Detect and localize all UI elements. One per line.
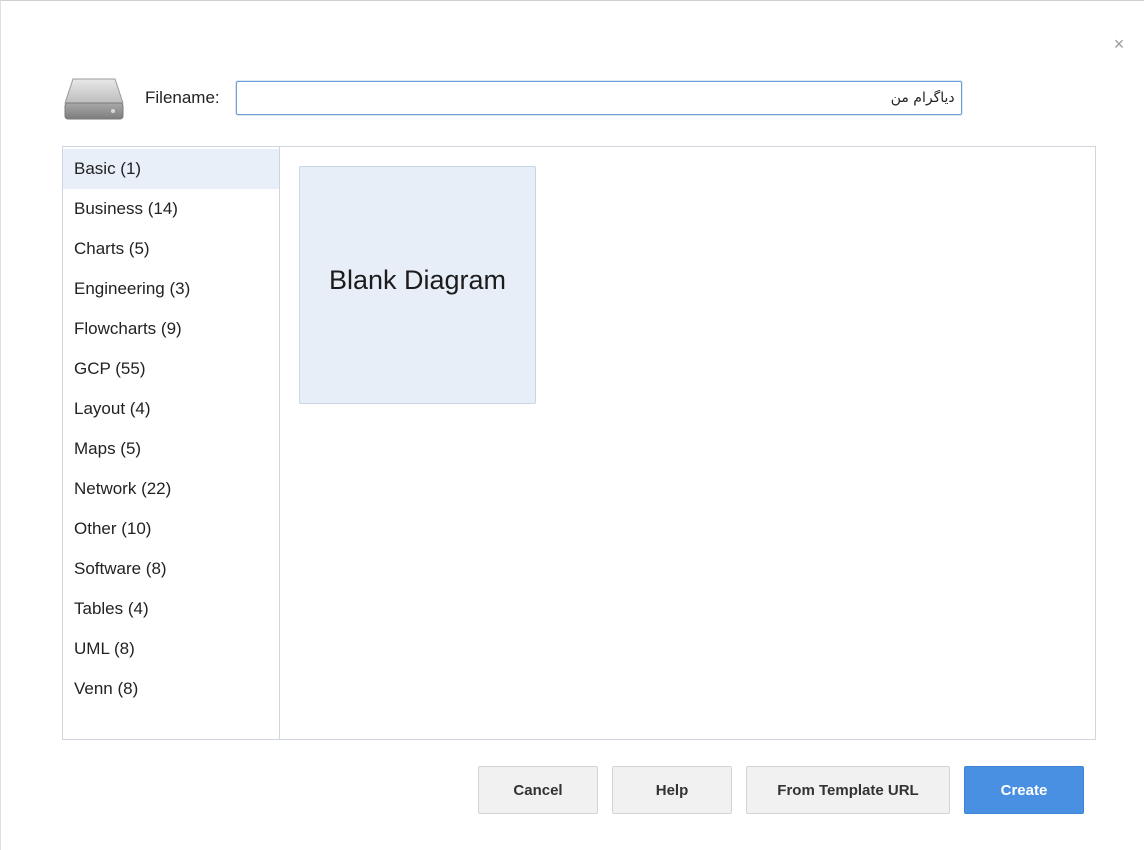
category-network[interactable]: Network (22) [63,469,279,509]
category-list: Basic (1) Business (14) Charts (5) Engin… [63,147,280,739]
category-venn[interactable]: Venn (8) [63,669,279,709]
category-charts[interactable]: Charts (5) [63,229,279,269]
category-business[interactable]: Business (14) [63,189,279,229]
tile-label: Blank Diagram [328,265,507,295]
category-gcp[interactable]: GCP (55) [63,349,279,389]
blank-diagram-tile[interactable]: Blank Diagram [299,166,536,404]
help-button[interactable]: Help [612,766,732,814]
category-flowcharts[interactable]: Flowcharts (9) [63,309,279,349]
category-uml[interactable]: UML (8) [63,629,279,669]
dialog-buttons: Cancel Help From Template URL Create [464,766,1084,814]
category-basic[interactable]: Basic (1) [63,149,279,189]
category-layout[interactable]: Layout (4) [63,389,279,429]
category-tables[interactable]: Tables (4) [63,589,279,629]
template-browser: Basic (1) Business (14) Charts (5) Engin… [62,146,1096,740]
close-icon[interactable]: × [1110,35,1128,53]
category-engineering[interactable]: Engineering (3) [63,269,279,309]
template-grid: Blank Diagram [280,147,1095,739]
filename-row: Filename: [63,69,962,127]
category-software[interactable]: Software (8) [63,549,279,589]
create-button[interactable]: Create [964,766,1084,814]
from-template-url-button[interactable]: From Template URL [746,766,950,814]
drive-icon [63,73,125,123]
category-maps[interactable]: Maps (5) [63,429,279,469]
filename-label: Filename: [145,88,220,107]
cancel-button[interactable]: Cancel [478,766,598,814]
filename-input[interactable] [235,81,962,115]
category-other[interactable]: Other (10) [63,509,279,549]
new-diagram-dialog: × Filename: دیاگرام من Basic (1) Busines… [0,0,1144,850]
